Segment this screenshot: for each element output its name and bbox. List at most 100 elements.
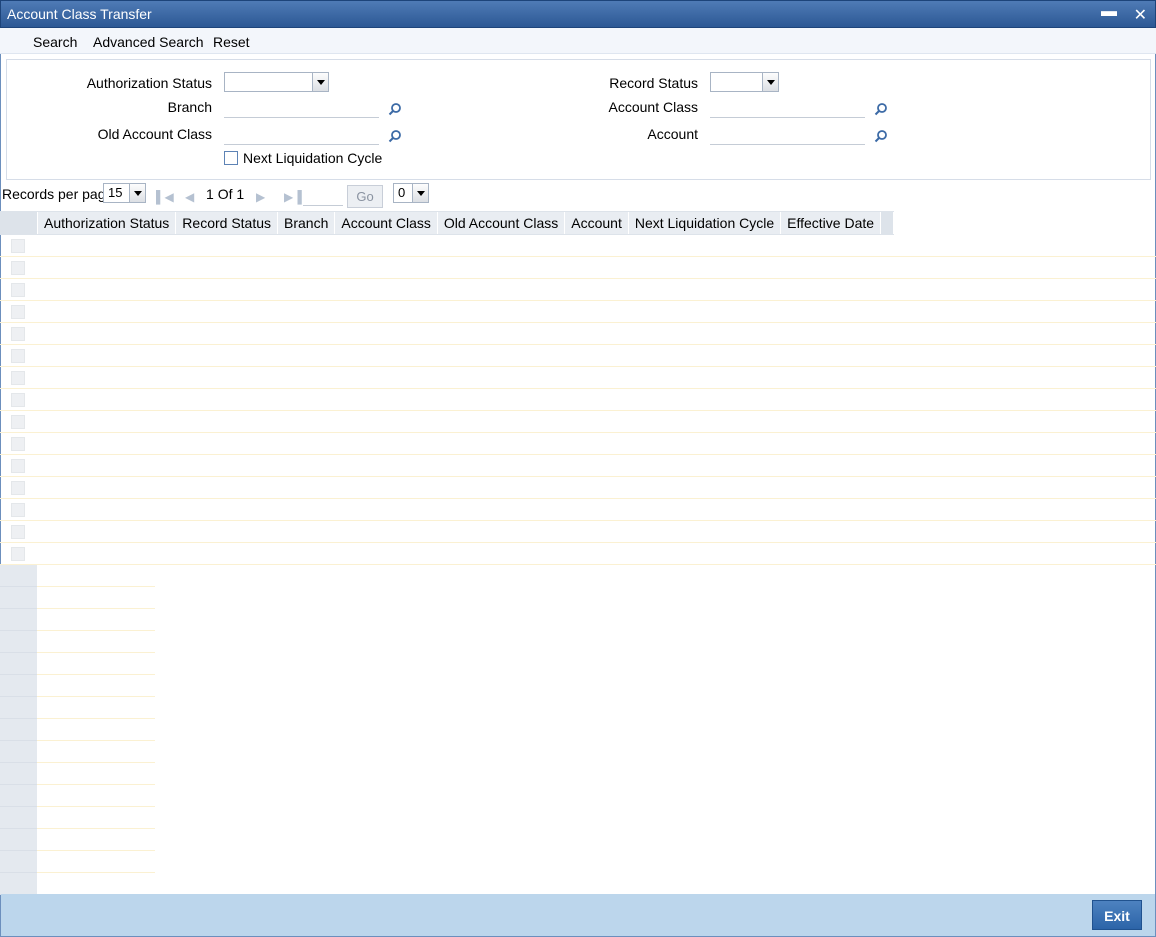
frozen-table-row (0, 675, 155, 697)
chevron-down-icon (312, 73, 328, 91)
row-select-checkbox[interactable] (11, 283, 25, 297)
chevron-down-icon (762, 73, 778, 91)
row-select-checkbox[interactable] (11, 261, 25, 275)
account-class-input[interactable] (710, 96, 865, 118)
chevron-down-icon (129, 184, 145, 202)
goto-page-input[interactable] (303, 184, 343, 206)
row-selector-cell (0, 851, 37, 873)
table-row[interactable] (0, 499, 1156, 521)
row-selector-cell (0, 741, 37, 763)
chevron-down-icon (412, 184, 428, 202)
column-record-status[interactable]: Record Status (176, 212, 279, 234)
reset-button[interactable]: Reset (213, 34, 250, 50)
frozen-table-row (0, 873, 155, 895)
row-select-checkbox[interactable] (11, 239, 25, 253)
table-row[interactable] (0, 301, 1156, 323)
row-selector-cell (0, 565, 37, 587)
column-account-class[interactable]: Account Class (335, 212, 438, 234)
row-select-checkbox[interactable] (11, 371, 25, 385)
table-row[interactable] (0, 455, 1156, 477)
frozen-table-row (0, 697, 155, 719)
row-selector-cell (0, 829, 37, 851)
column-account[interactable]: Account (565, 212, 629, 234)
close-icon[interactable]: ✕ (1134, 5, 1147, 25)
frozen-table-row (0, 565, 155, 587)
table-row[interactable] (0, 279, 1156, 301)
row-select-checkbox[interactable] (11, 503, 25, 517)
table-row[interactable] (0, 411, 1156, 433)
last-page-icon[interactable]: ▶▐ (284, 190, 302, 204)
row-select-checkbox[interactable] (11, 459, 25, 473)
row-select-checkbox[interactable] (11, 349, 25, 363)
frozen-table-row (0, 609, 155, 631)
column-branch[interactable]: Branch (278, 212, 336, 234)
next-liquidation-cycle-checkbox[interactable] (224, 151, 238, 165)
row-select-checkbox[interactable] (11, 305, 25, 319)
select-all-column[interactable] (0, 212, 38, 234)
table-row[interactable] (0, 367, 1156, 389)
row-selector-cell (0, 675, 37, 697)
account-class-label: Account Class (608, 99, 698, 115)
minimize-icon[interactable]: ▬ (1101, 3, 1117, 21)
table-row[interactable] (0, 235, 1156, 257)
table-row[interactable] (0, 477, 1156, 499)
account-input[interactable] (710, 123, 865, 145)
branch-input[interactable] (224, 96, 379, 118)
frozen-table-row (0, 807, 155, 829)
advanced-search-button[interactable]: Advanced Search (93, 34, 204, 50)
header-end-cell (881, 212, 895, 234)
record-status-select[interactable] (710, 72, 779, 92)
table-row[interactable] (0, 323, 1156, 345)
option-select[interactable]: 0 (393, 183, 429, 203)
row-select-checkbox[interactable] (11, 525, 25, 539)
frozen-table-row (0, 741, 155, 763)
row-selector-cell (0, 587, 37, 609)
footer-bar: Exit (1, 894, 1155, 936)
previous-page-icon[interactable]: ◀ (185, 190, 194, 204)
table-row[interactable] (0, 521, 1156, 543)
first-page-icon[interactable]: ▌◀ (156, 190, 174, 204)
records-per-page-select[interactable]: 15 (103, 183, 146, 203)
column-effective-date[interactable]: Effective Date (781, 212, 882, 234)
pagination-bar: Records per page 15 ▌◀ ◀ 1 Of 1 ▶ ▶▐ 0 (0, 182, 1156, 208)
title-bar: Account Class Transfer ▬ ✕ (0, 0, 1156, 28)
row-selector-cell (0, 807, 37, 829)
frozen-table-row (0, 587, 155, 609)
row-selector-cell (0, 719, 37, 741)
row-selector-cell (0, 763, 37, 785)
search-icon[interactable] (874, 129, 888, 143)
row-select-checkbox[interactable] (11, 547, 25, 561)
branch-label: Branch (167, 99, 212, 115)
frozen-table-row (0, 829, 155, 851)
row-selector-cell (0, 653, 37, 675)
column-next-liquidation-cycle[interactable]: Next Liquidation Cycle (629, 212, 782, 234)
row-select-checkbox[interactable] (11, 393, 25, 407)
row-select-checkbox[interactable] (11, 327, 25, 341)
search-icon[interactable] (388, 129, 402, 143)
search-icon[interactable] (874, 102, 888, 116)
table-row[interactable] (0, 345, 1156, 367)
old-account-class-input[interactable] (224, 123, 379, 145)
search-button[interactable]: Search (33, 34, 77, 50)
row-select-checkbox[interactable] (11, 415, 25, 429)
page-total: 1 (236, 186, 245, 202)
records-per-page-value: 15 (108, 185, 123, 200)
column-old-account-class[interactable]: Old Account Class (438, 212, 566, 234)
table-row[interactable] (0, 389, 1156, 411)
go-button[interactable]: Go (347, 185, 383, 208)
exit-button[interactable]: Exit (1092, 900, 1142, 930)
frozen-table-row (0, 851, 155, 873)
frozen-table-row (0, 631, 155, 653)
row-select-checkbox[interactable] (11, 437, 25, 451)
row-selector-cell (0, 873, 37, 895)
toolbar: Search Advanced Search Reset (0, 28, 1156, 54)
table-row[interactable] (0, 543, 1156, 565)
table-row[interactable] (0, 433, 1156, 455)
row-select-checkbox[interactable] (11, 481, 25, 495)
table-row[interactable] (0, 257, 1156, 279)
search-icon[interactable] (388, 102, 402, 116)
frozen-table-row (0, 719, 155, 741)
column-authorization-status[interactable]: Authorization Status (38, 212, 177, 234)
next-page-icon[interactable]: ▶ (256, 190, 265, 204)
authorization-status-select[interactable] (224, 72, 329, 92)
